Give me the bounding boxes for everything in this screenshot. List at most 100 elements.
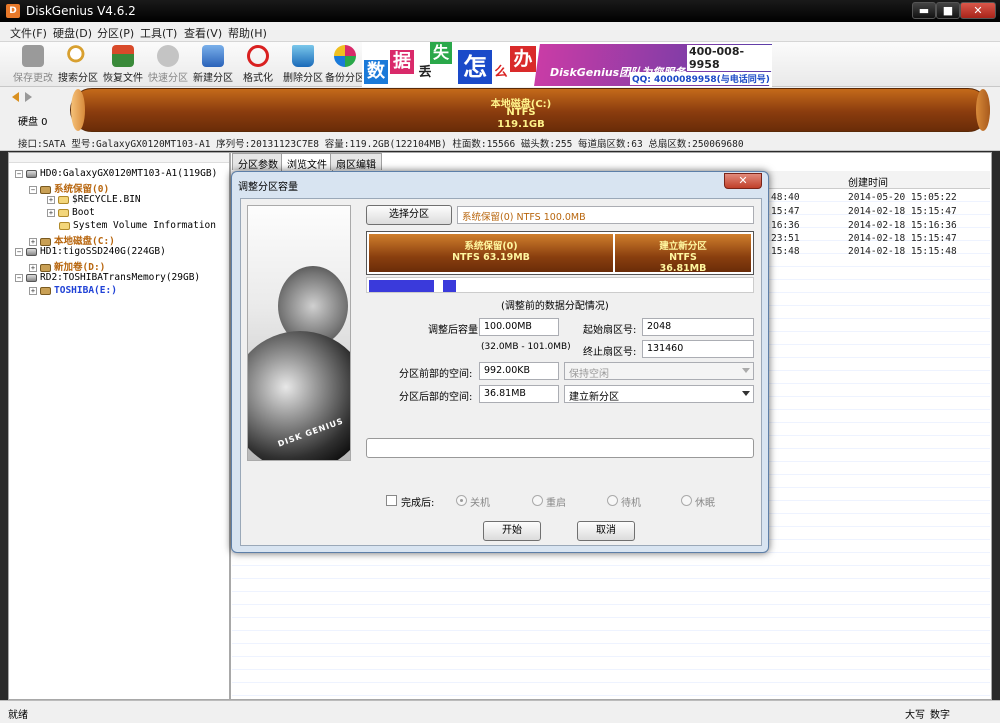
radio-standby: [607, 495, 618, 506]
collapse-icon[interactable]: −: [15, 273, 23, 282]
tree-node-label: System Volume Information: [73, 220, 216, 231]
expand-icon[interactable]: +: [29, 263, 37, 272]
dialog-body: DISK GENIUS 选择分区 系统保留(0) NTFS 100.0MB 系统…: [240, 198, 762, 546]
expand-icon[interactable]: +: [47, 195, 55, 204]
file-cell: 16:36: [771, 220, 800, 231]
file-cell: 48:40: [771, 192, 800, 203]
collapse-icon[interactable]: −: [15, 169, 23, 178]
tree-node-label: TOSHIBA(E:): [54, 285, 117, 296]
toolbar-label: 格式化: [243, 73, 273, 84]
tree-node-boot[interactable]: + Boot: [47, 207, 95, 218]
menu-help[interactable]: 帮助(H): [228, 25, 267, 41]
tree-node-new-volume-d[interactable]: + 新加卷(D:): [29, 259, 105, 273]
save-icon: [22, 45, 44, 67]
cancel-button[interactable]: 取消: [577, 521, 635, 541]
menu-file[interactable]: 文件(F): [10, 25, 47, 41]
disk-info: 接口:SATA 型号:GalaxyGX0120MT103-A1 序列号:2013…: [0, 133, 1000, 151]
prev-disk-icon[interactable]: [12, 92, 19, 102]
minimize-button[interactable]: ▬: [912, 2, 936, 19]
expand-icon[interactable]: +: [47, 208, 55, 217]
size-after-input[interactable]: 100.00MB: [479, 318, 559, 336]
menu-disk[interactable]: 硬盘(D): [53, 25, 92, 41]
partition-icon: [40, 237, 51, 246]
start-button[interactable]: 开始: [483, 521, 541, 541]
partition-segment-system-reserved[interactable]: 系统保留(0) NTFS 63.19MB: [369, 234, 613, 272]
expand-icon[interactable]: +: [29, 237, 37, 246]
partition-layout-bar[interactable]: 系统保留(0) NTFS 63.19MB 建立新分区 NTFS 36.81MB: [366, 231, 754, 275]
disk-partition-bar[interactable]: 本地磁盘(C:) NTFS 119.1GB: [70, 88, 990, 132]
quick-partition-button[interactable]: 快速分区: [145, 44, 191, 86]
tree-node-hd0[interactable]: − HD0:GalaxyGX0120MT103-A1(119GB): [15, 168, 217, 179]
tree-node-rd2[interactable]: − RD2:TOSHIBATransMemory(29GB): [15, 272, 200, 283]
partition-size: 119.1GB: [497, 119, 545, 130]
format-button[interactable]: 格式化: [235, 44, 281, 86]
radio-label: 休眠: [695, 498, 715, 509]
space-after-select[interactable]: 建立新分区: [564, 385, 754, 403]
column-created[interactable]: 创建时间: [848, 174, 888, 189]
usage-segment: [443, 280, 456, 292]
segment-info: NTFS: [669, 252, 697, 263]
next-disk-icon[interactable]: [24, 92, 32, 102]
tab-sector-edit[interactable]: 扇区编辑: [330, 153, 382, 171]
partition-icon: [40, 185, 51, 194]
space-before-input[interactable]: 992.00KB: [479, 362, 559, 380]
radio-shutdown: [456, 495, 467, 506]
file-cell: 23:51: [771, 233, 800, 244]
folder-icon: [59, 221, 70, 230]
usage-caption: (调整前的数据分配情况): [501, 301, 609, 312]
space-after-input[interactable]: 36.81MB: [479, 385, 559, 403]
end-sector-field[interactable]: 131460: [642, 340, 754, 358]
tree-node-local-disk-c[interactable]: + 本地磁盘(C:): [29, 233, 115, 247]
new-partition-button[interactable]: 新建分区: [190, 44, 236, 86]
expand-icon[interactable]: +: [29, 286, 37, 295]
menu-tools[interactable]: 工具(T): [140, 25, 177, 41]
save-changes-button[interactable]: 保存更改: [10, 44, 56, 86]
data-usage-bar: [366, 277, 754, 293]
select-partition-button[interactable]: 选择分区: [366, 205, 452, 225]
collapse-icon[interactable]: −: [15, 247, 23, 256]
start-sector-field[interactable]: 2048: [642, 318, 754, 336]
banner-char: 办: [510, 46, 536, 72]
file-cell: 2014-02-18 15:15:47: [848, 206, 957, 217]
select-value: 建立新分区: [569, 392, 619, 403]
end-sector-label: 终止扇区号:: [583, 347, 637, 358]
tree-node-recycle-bin[interactable]: + $RECYCLE.BIN: [47, 194, 141, 205]
toolbar-label: 恢复文件: [103, 73, 143, 84]
search-partition-button[interactable]: 搜索分区: [55, 44, 101, 86]
start-sector-label: 起始扇区号:: [583, 325, 637, 336]
delete-partition-button[interactable]: 删除分区: [280, 44, 326, 86]
space-before-select: 保持空闲: [564, 362, 754, 380]
backup-icon: [334, 45, 356, 67]
tab-browse-files[interactable]: 浏览文件: [281, 153, 333, 171]
search-icon: [67, 45, 89, 67]
tree-node-label: $RECYCLE.BIN: [72, 194, 141, 205]
maximize-button[interactable]: ■: [936, 2, 960, 19]
toolbar-label: 新建分区: [193, 73, 233, 84]
banner-char: 么: [494, 65, 508, 80]
dialog-close-button[interactable]: ✕: [724, 173, 762, 189]
menu-partition[interactable]: 分区(P): [97, 25, 134, 41]
menu-view[interactable]: 查看(V): [184, 25, 222, 41]
ad-banner[interactable]: 数 据 丢 失 怎 么 办 DiskGenius团队为您服务 400-008-9…: [362, 42, 772, 87]
banner-char: 数: [364, 60, 388, 84]
radio-restart: [532, 495, 543, 506]
tree-node-hd1[interactable]: − HD1:tigoSSD240G(224GB): [15, 246, 166, 257]
segment-name: 建立新分区: [659, 241, 707, 252]
tree-node-system-volume-info[interactable]: System Volume Information: [59, 220, 216, 231]
restore-files-button[interactable]: 恢复文件: [100, 44, 146, 86]
tree-node-toshiba-e[interactable]: + TOSHIBA(E:): [29, 285, 117, 296]
file-cell: 15:48: [771, 246, 800, 257]
toolbar-label: 快速分区: [148, 73, 188, 84]
quick-partition-icon: [157, 45, 179, 67]
radio-label: 关机: [470, 498, 490, 509]
toolbar-label: 保存更改: [13, 73, 53, 84]
collapse-icon[interactable]: −: [29, 185, 37, 194]
partition-segment-new[interactable]: 建立新分区 NTFS 36.81MB: [615, 234, 751, 274]
banner-char: 丢: [418, 65, 432, 80]
tree-node-system-reserved[interactable]: − 系统保留(0): [29, 181, 109, 195]
done-checkbox[interactable]: [386, 495, 397, 506]
tab-partition-params[interactable]: 分区参数: [232, 153, 284, 171]
banner-phone: 400-008-9958: [687, 45, 772, 71]
close-button[interactable]: ✕: [960, 2, 996, 19]
file-cell: 2014-02-18 15:15:48: [848, 246, 957, 257]
